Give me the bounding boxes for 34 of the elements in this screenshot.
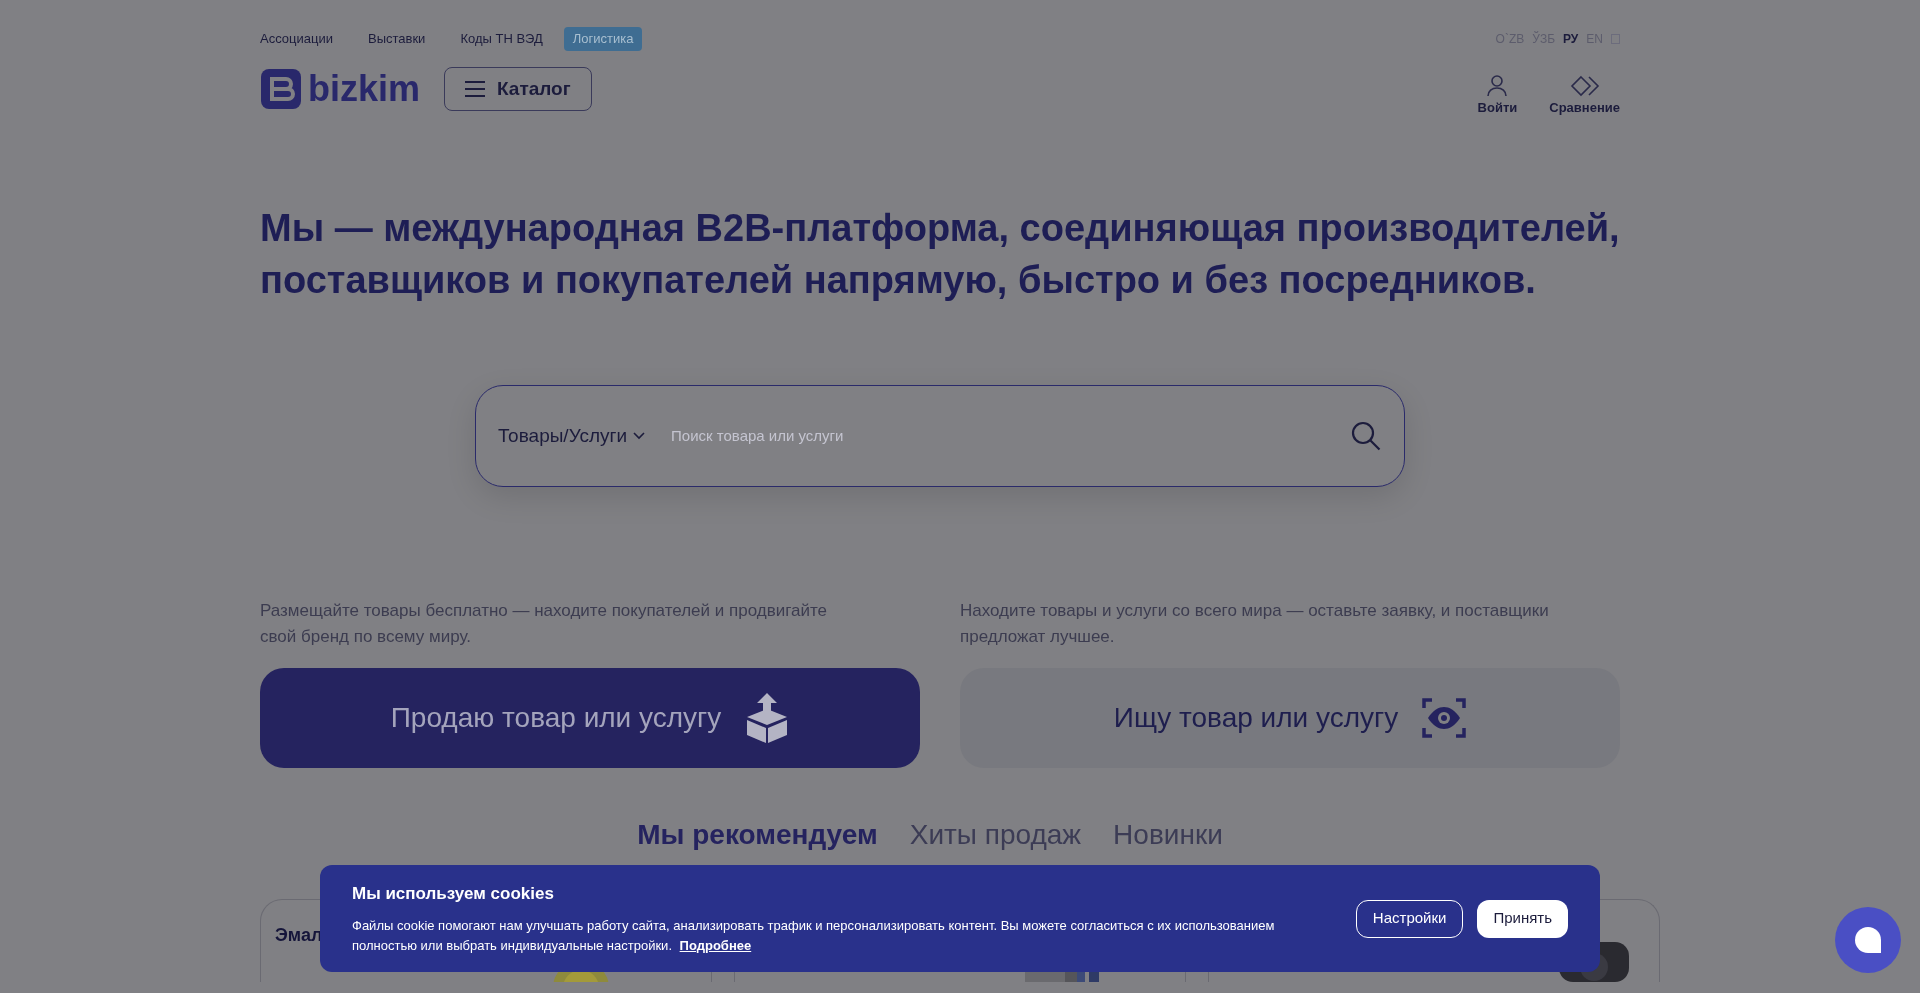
details-link[interactable]: Подробнее: [679, 938, 752, 954]
cookie-title: Мы используем cookies: [352, 882, 555, 905]
menu-icon: [465, 81, 486, 97]
search-field[interactable]: Поиск товара или услуги: [671, 424, 1324, 448]
category-dropdown[interactable]: Товары/Услуги: [498, 421, 646, 451]
logo-text: bizkim: [308, 71, 421, 107]
offer-button[interactable]: Ищу товар или услугу: [960, 668, 1620, 768]
header-link[interactable]: Сравнение: [1549, 74, 1620, 118]
eye-icon: [1422, 698, 1467, 738]
chat-icon: [1853, 925, 1883, 955]
header-link[interactable]: Войти: [1477, 74, 1518, 118]
cookie-text: Файлы cookie помогают нам улучшать работу сайта, анализировать трафик и персонализировать контент. Вы можете согласиться с их использованием полностью или выбрать индивидуальные настройки. Подробнее: [352, 917, 1276, 956]
language-option[interactable]: РУ: [1563, 30, 1579, 48]
user-icon: [1487, 74, 1508, 97]
catalog-button[interactable]: Каталог: [444, 67, 592, 111]
offer-button[interactable]: Продаю товар или услугу: [260, 668, 920, 768]
nav-link[interactable]: Ассоциации: [260, 29, 333, 49]
cookie-button[interactable]: Принять: [1477, 899, 1568, 938]
logo-icon: [260, 68, 302, 110]
offer-description: Размещайте товары бесплатно — находите покупателей и продвигайте свой бренд по всему миру.: [260, 600, 829, 648]
offer-description: Находите товары и услуги со всего мира — оставьте заявку, и поставщики предложат лучшее.: [960, 600, 1550, 648]
box-icon: [745, 693, 790, 743]
nav-link[interactable]: Логистика: [563, 27, 643, 51]
section-tab[interactable]: Хиты продаж: [909, 817, 1082, 853]
product-title: Эмал: [275, 925, 323, 945]
section-tab[interactable]: Новинки: [1113, 817, 1223, 853]
headline: Мы — международная B2B-платформа, соединяющая производителей, поставщиков и покупателей напрямую, быстро и без посредников.: [260, 206, 1621, 303]
section-tab[interactable]: Мы рекомендуем: [637, 817, 878, 853]
nav-link[interactable]: Выставки: [367, 29, 426, 49]
compare-icon: [1569, 74, 1600, 97]
search-icon[interactable]: [1350, 420, 1382, 452]
cookie-button[interactable]: Настройки: [1355, 899, 1464, 938]
nav-link[interactable]: Коды ТН ВЭД: [460, 29, 543, 49]
chevron-down-icon: [633, 432, 646, 440]
